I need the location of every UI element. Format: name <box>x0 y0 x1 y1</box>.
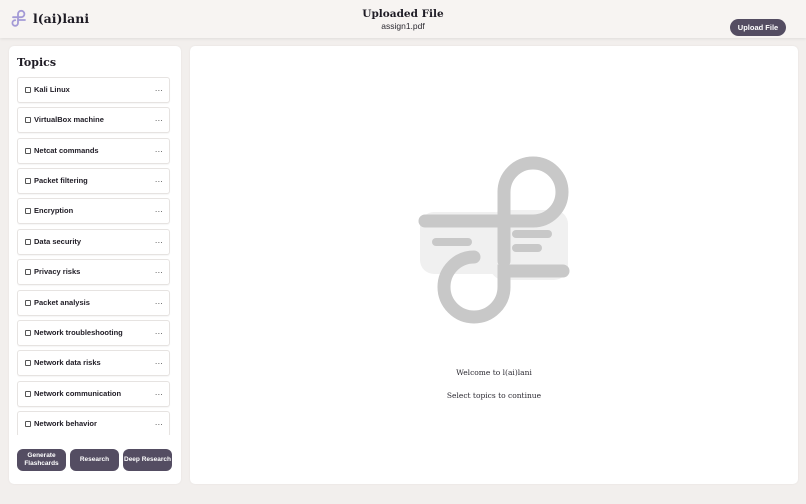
more-options-icon[interactable]: ... <box>155 357 163 366</box>
topic-item[interactable]: Encryption ... <box>17 198 170 224</box>
topic-item[interactable]: Packet analysis ... <box>17 290 170 316</box>
lailani-logo-placeholder-icon <box>418 156 570 324</box>
topic-list[interactable]: Kali Linux ... VirtualBox machine ... Ne… <box>17 77 179 435</box>
more-options-icon[interactable]: ... <box>155 84 163 93</box>
more-options-icon[interactable]: ... <box>155 327 163 336</box>
topic-checkbox[interactable] <box>25 391 31 397</box>
deep-research-button[interactable]: Deep Research <box>123 449 172 471</box>
topic-checkbox[interactable] <box>25 269 31 275</box>
uploaded-file-name: assign1.pdf <box>381 21 425 31</box>
topics-sidebar: Topics Kali Linux ... VirtualBox machine… <box>9 46 181 484</box>
welcome-message: Welcome to l(ai)lani <box>456 368 532 377</box>
more-options-icon[interactable]: ... <box>155 388 163 397</box>
topic-item[interactable]: Kali Linux ... <box>17 77 170 103</box>
upload-file-button[interactable]: Upload File <box>730 19 786 36</box>
more-options-icon[interactable]: ... <box>155 175 163 184</box>
select-topics-hint: Select topics to continue <box>446 391 542 400</box>
topic-label: Packet analysis <box>34 298 90 307</box>
topic-label: Network behavior <box>34 419 97 428</box>
topic-item[interactable]: Network data risks ... <box>17 350 170 376</box>
topic-label: Kali Linux <box>34 85 70 94</box>
topic-checkbox[interactable] <box>25 360 31 366</box>
topic-checkbox[interactable] <box>25 148 31 154</box>
topic-item[interactable]: Packet filtering ... <box>17 168 170 194</box>
topic-checkbox[interactable] <box>25 421 31 427</box>
more-options-icon[interactable]: ... <box>155 114 163 123</box>
more-options-icon[interactable]: ... <box>155 205 163 214</box>
topic-label: Network data risks <box>34 358 101 367</box>
topic-item[interactable]: Data security ... <box>17 229 170 255</box>
uploaded-file-title: Uploaded File <box>362 8 444 20</box>
app-header: l(ai)lani Uploaded File assign1.pdf Uplo… <box>0 0 806 38</box>
topic-label: Data security <box>34 237 82 246</box>
topic-label: VirtualBox machine <box>34 115 104 124</box>
more-options-icon[interactable]: ... <box>155 236 163 245</box>
topic-checkbox[interactable] <box>25 330 31 336</box>
topic-item[interactable]: Network behavior ... <box>17 411 170 435</box>
topic-item[interactable]: VirtualBox machine ... <box>17 107 170 133</box>
topic-label: Packet filtering <box>34 176 88 185</box>
sidebar-title: Topics <box>17 56 57 69</box>
topic-checkbox[interactable] <box>25 87 31 93</box>
generate-flashcards-button[interactable]: Generate Flashcards <box>17 449 66 471</box>
topic-checkbox[interactable] <box>25 300 31 306</box>
topic-label: Privacy risks <box>34 267 81 276</box>
topic-item[interactable]: Privacy risks ... <box>17 259 170 285</box>
more-options-icon[interactable]: ... <box>155 266 163 275</box>
topic-label: Netcat commands <box>34 146 99 155</box>
topic-item[interactable]: Network troubleshooting ... <box>17 320 170 346</box>
topic-label: Network communication <box>34 389 122 398</box>
topic-checkbox[interactable] <box>25 239 31 245</box>
more-options-icon[interactable]: ... <box>155 418 163 427</box>
topic-item[interactable]: Netcat commands ... <box>17 138 170 164</box>
topic-label: Encryption <box>34 206 74 215</box>
topic-checkbox[interactable] <box>25 208 31 214</box>
topic-label: Network troubleshooting <box>34 328 123 337</box>
topic-checkbox[interactable] <box>25 117 31 123</box>
more-options-icon[interactable]: ... <box>155 145 163 154</box>
more-options-icon[interactable]: ... <box>155 297 163 306</box>
research-button[interactable]: Research <box>70 449 119 471</box>
topic-item[interactable]: Network communication ... <box>17 381 170 407</box>
main-panel: Welcome to l(ai)lani Select topics to co… <box>190 46 798 484</box>
topic-checkbox[interactable] <box>25 178 31 184</box>
